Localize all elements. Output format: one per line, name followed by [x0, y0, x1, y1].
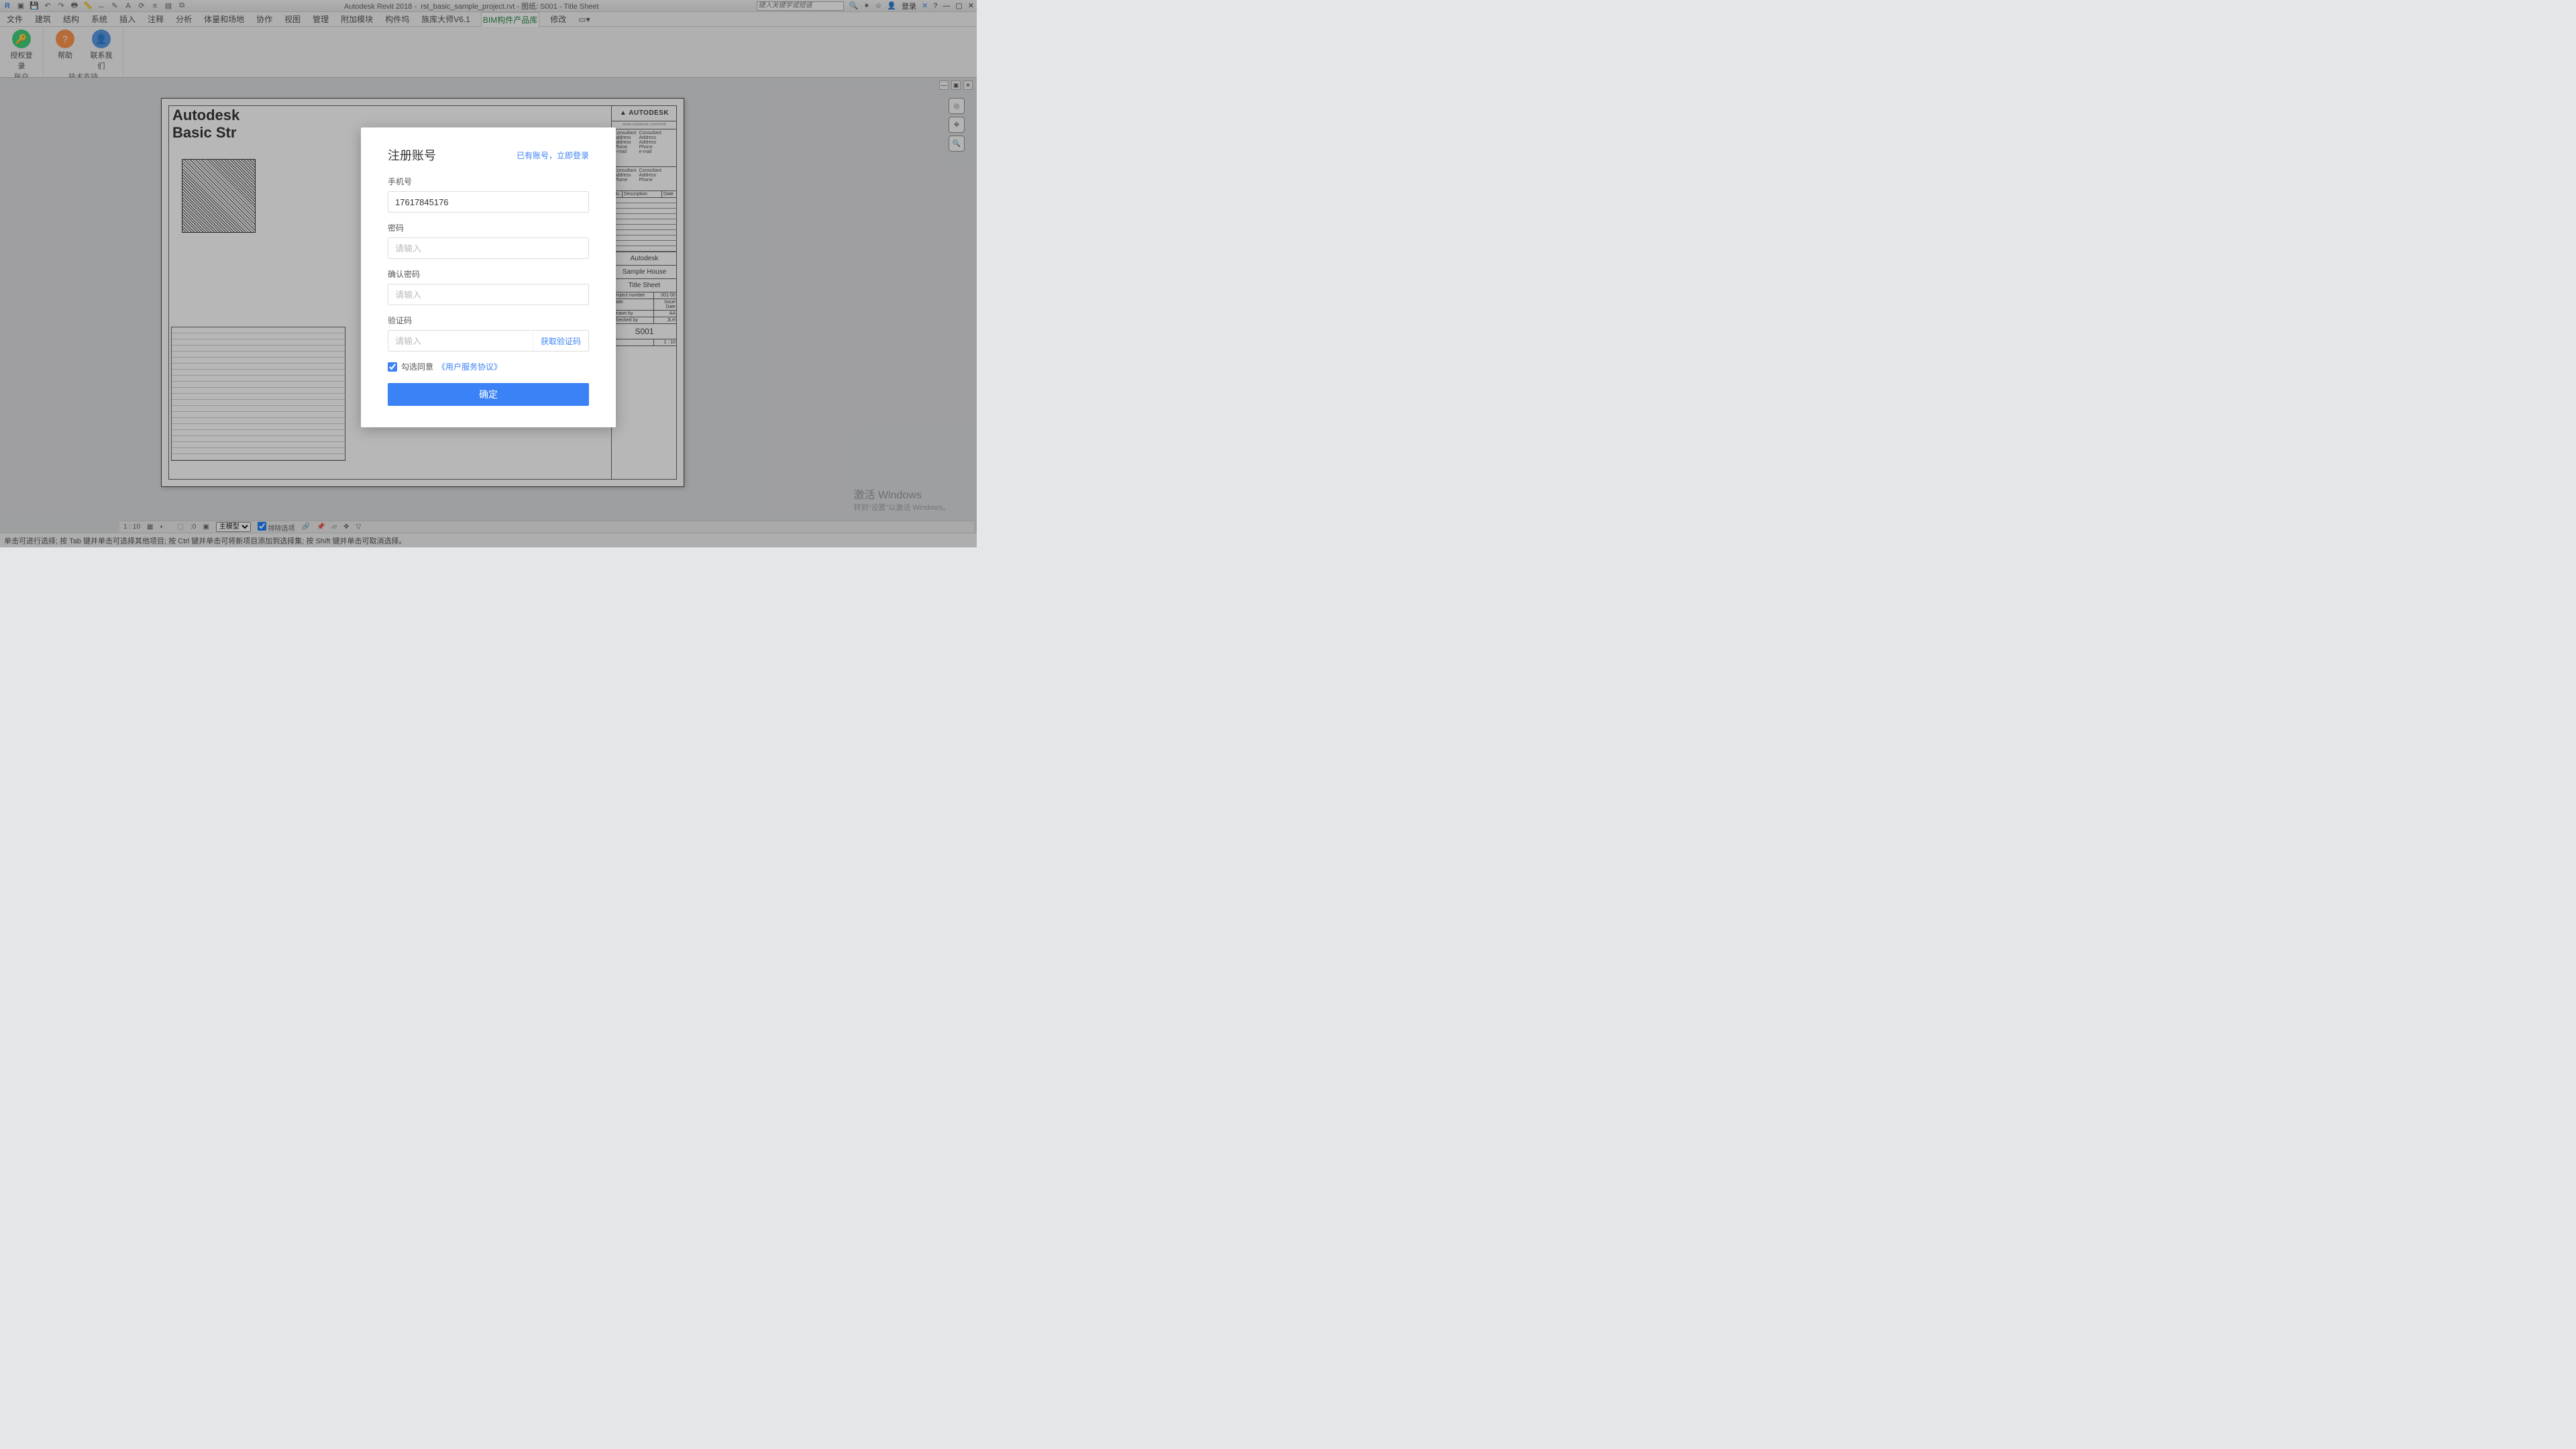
phone-label: 手机号	[388, 176, 589, 187]
agree-checkbox[interactable]	[388, 362, 397, 372]
code-label: 验证码	[388, 315, 589, 326]
dialog-title: 注册账号	[388, 146, 436, 164]
register-dialog: 注册账号 已有账号，立即登录 手机号 密码 确认密码 验证码 获取验证码 勾选同…	[361, 127, 616, 427]
password-label: 密码	[388, 222, 589, 233]
phone-input[interactable]	[388, 191, 589, 213]
login-link[interactable]: 已有账号，立即登录	[517, 150, 589, 161]
confirm-password-input[interactable]	[388, 284, 589, 305]
agree-text: 勾选同意	[401, 361, 433, 372]
tos-link[interactable]: 《用户服务协议》	[437, 361, 502, 372]
modal-overlay: 注册账号 已有账号，立即登录 手机号 密码 确认密码 验证码 获取验证码 勾选同…	[0, 0, 977, 547]
password-input[interactable]	[388, 237, 589, 259]
code-input[interactable]	[388, 330, 533, 352]
get-code-button[interactable]: 获取验证码	[533, 330, 589, 352]
submit-button[interactable]: 确定	[388, 383, 589, 406]
confirm-password-label: 确认密码	[388, 268, 589, 280]
